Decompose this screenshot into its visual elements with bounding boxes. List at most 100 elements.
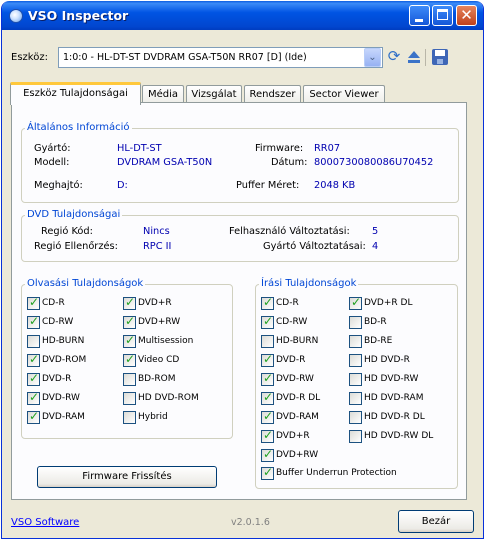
model-value: DVDRAM GSA-T50N xyxy=(117,157,213,168)
region-code-label: Regió Kód: xyxy=(41,226,93,237)
checkbox-box[interactable]: ✓ xyxy=(261,428,274,443)
eject-icon[interactable] xyxy=(406,49,422,65)
checkbox-label: DVD-RAM xyxy=(42,412,85,422)
checkbox-box[interactable] xyxy=(27,335,40,348)
checkbox-label: HD DVD-RW DL xyxy=(364,431,434,441)
device-select[interactable]: 1:0:0 - HL-DT-ST DVDRAM GSA-T50N RR07 [D… xyxy=(58,47,383,68)
user-changes-value: 5 xyxy=(372,226,379,237)
checkbox-label: DVD-RAM xyxy=(276,412,319,422)
checkmark-icon: ✓ xyxy=(263,371,274,385)
buffer-size-label: Puffer Méret: xyxy=(236,180,300,191)
checkbox-label: Buffer Underrun Protection xyxy=(276,468,397,478)
toolbar-separator xyxy=(425,49,426,66)
vendor-changes-label: Gyártó Változtatásai: xyxy=(263,241,366,252)
checkbox-box[interactable] xyxy=(349,354,362,367)
dropdown-arrow-icon[interactable]: ⌄ xyxy=(364,48,381,67)
checkbox-label: DVD-RW xyxy=(276,374,314,384)
checkbox-box[interactable]: ✓ xyxy=(27,409,40,424)
checkbox-box[interactable]: ✓ xyxy=(261,447,274,462)
checkbox-label: DVD-ROM xyxy=(42,355,87,365)
checkbox-label: HD DVD-RW xyxy=(364,374,419,384)
read-properties-title: Olvasási Tulajdonságok xyxy=(25,278,146,289)
maximize-icon xyxy=(437,9,448,20)
checkmark-icon: ✓ xyxy=(125,295,136,309)
close-icon: ✕ xyxy=(460,6,473,24)
checkbox-box[interactable]: ✓ xyxy=(261,409,274,424)
checkbox-box[interactable]: ✓ xyxy=(27,295,40,310)
checkmark-icon: ✓ xyxy=(263,295,274,309)
checkbox-box[interactable]: ✓ xyxy=(123,314,136,329)
manufacturer-value: HL-DT-ST xyxy=(117,143,162,154)
checkbox-box[interactable]: ✓ xyxy=(261,352,274,367)
checkbox-box[interactable]: ✓ xyxy=(261,295,274,310)
title-bar[interactable]: VSO Inspector ✕ xyxy=(2,1,483,30)
checkbox-box[interactable] xyxy=(349,430,362,443)
checkmark-icon: ✓ xyxy=(125,314,136,328)
checkbox-label: BD-R xyxy=(364,317,387,327)
checkbox-label: Hybrid xyxy=(138,412,168,422)
checkmark-icon: ✓ xyxy=(29,295,40,309)
dvd-properties-title: DVD Tulajdonságai xyxy=(25,209,123,220)
checkbox-label: DVD+R xyxy=(276,431,310,441)
checkmark-icon: ✓ xyxy=(263,465,274,479)
write-properties-group: Írási Tulajdonságok ✓ CD-R ✓ CD-RW HD-BURN ✓ D… xyxy=(255,278,458,489)
dvd-properties-group: DVD Tulajdonságai Regió Kód: Nincs Regió… xyxy=(21,209,459,262)
checkbox-label: DVD-R xyxy=(42,374,72,384)
region-control-value: RPC II xyxy=(143,241,172,252)
checkbox-box[interactable] xyxy=(349,335,362,348)
checkbox-label: CD-R xyxy=(42,298,65,308)
checkbox-box[interactable] xyxy=(349,316,362,329)
version-text: v2.0.1.6 xyxy=(231,517,270,528)
maximize-button[interactable] xyxy=(432,5,453,26)
checkbox-box[interactable] xyxy=(123,392,136,405)
checkbox-box[interactable]: ✓ xyxy=(123,333,136,348)
checkbox-label: BD-RE xyxy=(364,336,393,346)
refresh-icon[interactable]: ⟳ xyxy=(386,49,402,65)
checkbox-box[interactable] xyxy=(123,373,136,386)
checkbox-label: Video CD xyxy=(138,355,180,365)
vendor-changes-value: 4 xyxy=(372,241,379,252)
checkmark-icon: ✓ xyxy=(29,390,40,404)
checkbox-label: CD-RW xyxy=(42,317,74,327)
app-window: VSO Inspector ✕ Eszköz: 1:0:0 - HL-DT-ST… xyxy=(1,1,484,539)
checkbox-label: DVD+RW xyxy=(138,317,181,327)
checkbox-label: DVD+R xyxy=(138,298,172,308)
checkbox-label: Multisession xyxy=(138,336,194,346)
checkbox-box[interactable] xyxy=(349,411,362,424)
checkbox-box[interactable] xyxy=(261,335,274,348)
save-icon[interactable] xyxy=(432,49,448,65)
date-label: Dátum: xyxy=(271,157,308,168)
checkbox-box[interactable]: ✓ xyxy=(27,390,40,405)
checkbox-label: DVD-R DL xyxy=(276,393,321,403)
checkbox-box[interactable]: ✓ xyxy=(123,295,136,310)
firmware-label: Firmware: xyxy=(255,143,304,154)
checkbox-box[interactable]: ✓ xyxy=(261,465,274,480)
firmware-value: RR07 xyxy=(314,143,341,154)
checkbox-box[interactable]: ✓ xyxy=(27,314,40,329)
checkbox-box[interactable] xyxy=(349,392,362,405)
close-window-button[interactable]: ✕ xyxy=(456,5,477,26)
close-button[interactable]: Bezár xyxy=(398,510,474,533)
general-info-group: Általános Információ Gyártó: HL-DT-ST Mo… xyxy=(21,122,459,203)
checkbox-box[interactable] xyxy=(123,411,136,424)
minimize-button[interactable] xyxy=(409,5,430,26)
firmware-update-button[interactable]: Firmware Frissítés xyxy=(37,466,217,488)
tab-device-properties[interactable]: Eszköz Tulajdonságai xyxy=(10,82,141,105)
checkbox-box[interactable]: ✓ xyxy=(27,352,40,367)
checkbox-box[interactable]: ✓ xyxy=(27,371,40,386)
vso-software-link[interactable]: VSO Software xyxy=(11,517,79,528)
manufacturer-label: Gyártó: xyxy=(34,143,71,154)
checkmark-icon: ✓ xyxy=(263,409,274,423)
checkbox-box[interactable]: ✓ xyxy=(261,390,274,405)
checkbox-box[interactable]: ✓ xyxy=(261,371,274,386)
checkbox-box[interactable]: ✓ xyxy=(349,295,362,310)
drive-value: D: xyxy=(117,180,128,191)
checkmark-icon: ✓ xyxy=(125,333,136,347)
checkbox-box[interactable] xyxy=(349,373,362,386)
checkbox-box[interactable]: ✓ xyxy=(261,314,274,329)
checkbox-box[interactable]: ✓ xyxy=(123,352,136,367)
checkmark-icon: ✓ xyxy=(29,371,40,385)
write-properties-title: Írási Tulajdonságok xyxy=(259,278,359,289)
date-value: 8000730080086U70452 xyxy=(314,157,434,168)
checkmark-icon: ✓ xyxy=(263,428,274,442)
